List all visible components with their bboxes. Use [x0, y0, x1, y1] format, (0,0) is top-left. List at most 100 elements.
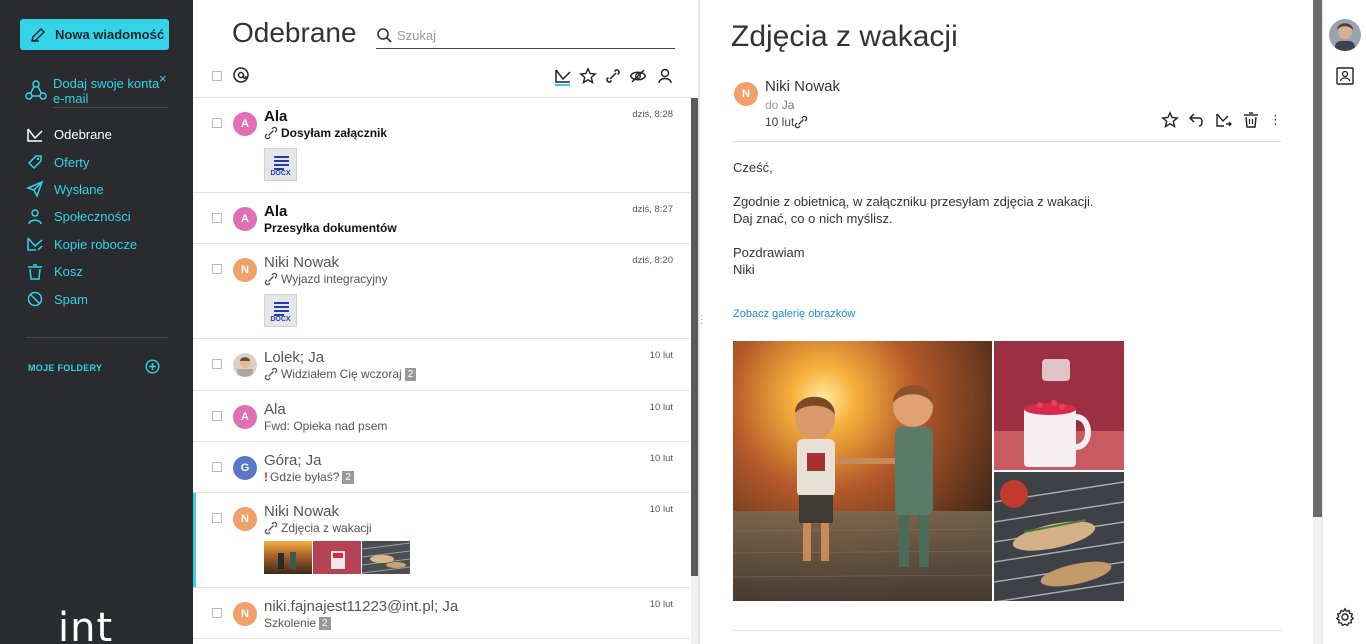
folder-social[interactable]: Społeczności [26, 203, 186, 230]
more-options-icon[interactable]: ⋮ [1269, 112, 1282, 128]
folder-list: Odebrane Oferty Wysłane Społeczności Kop… [26, 121, 186, 313]
message-checkbox[interactable] [212, 359, 222, 369]
message-checkbox[interactable] [212, 264, 222, 274]
recipient-line: do Ja [765, 98, 794, 112]
avatar: N [233, 602, 257, 626]
avatar: N [233, 507, 257, 531]
list-title: Odebrane [232, 17, 357, 48]
folder-label: Spam [54, 291, 88, 307]
message-row[interactable]: N Niki Nowak Zdjęcia z wakacji 10 lut [193, 493, 690, 588]
body-signature: Niki [733, 262, 755, 277]
message-checkbox[interactable] [212, 462, 222, 472]
trash-icon [28, 263, 42, 280]
photo-mug-berries[interactable] [994, 341, 1124, 470]
mention-filter-icon[interactable] [232, 66, 250, 84]
star-filter-icon[interactable] [579, 67, 597, 85]
docx-attachment-thumbnail[interactable]: DOCX [264, 148, 297, 181]
message-list-pane: Odebrane A Ala Dosyłam załącznik dziś, 8… [193, 0, 700, 644]
message-sender: niki.fajnajest11223@int.pl; Ja [264, 598, 459, 615]
folder-label: Kopie robocze [54, 236, 138, 252]
user-avatar[interactable] [1329, 19, 1361, 51]
thread-count-badge: 2 [404, 367, 417, 381]
subject-text: Wyjazd integracyjny [281, 272, 388, 286]
photo-grilled-food[interactable] [994, 472, 1124, 601]
contacts-icon[interactable] [1335, 66, 1355, 86]
drafts-icon [27, 237, 43, 251]
delete-icon[interactable] [1242, 111, 1260, 129]
message-row[interactable]: G Góra; Ja ! Gdzie byłaś? 2 10 lut [193, 442, 690, 493]
message-checkbox[interactable] [212, 213, 222, 223]
folder-label: Społeczności [54, 209, 131, 225]
photo-kids-sunset[interactable] [733, 341, 992, 601]
message-row[interactable]: N niki.fajnajest11223@int.pl; Ja Szkolen… [193, 588, 690, 639]
message-date: 10 lut [649, 504, 673, 515]
message-checkbox[interactable] [212, 513, 222, 523]
message-checkbox[interactable] [212, 411, 222, 421]
message-checkbox[interactable] [212, 118, 222, 128]
search-icon[interactable] [376, 27, 393, 44]
filter-all-icon[interactable] [554, 67, 572, 85]
docx-label: DOCX [270, 316, 291, 323]
search-box [376, 22, 675, 49]
folder-drafts[interactable]: Kopie robocze [26, 231, 186, 258]
pencil-icon [31, 27, 45, 42]
subject-text: Gdzie byłaś? [270, 470, 340, 484]
message-date: 10 lut [649, 350, 673, 361]
message-list: A Ala Dosyłam załącznik dziś, 8:28 DOCX … [193, 98, 690, 639]
add-accounts-label: Dodaj swoje konta e-mail [53, 76, 160, 106]
spam-icon [27, 291, 43, 307]
link-accounts-icon [25, 80, 47, 100]
message-row[interactable]: Lolek; Ja Widziałem Cię wczoraj 2 10 lut [193, 339, 690, 391]
folder-spam[interactable]: Spam [26, 285, 186, 312]
divider [53, 107, 168, 108]
folder-trash[interactable]: Kosz [26, 258, 186, 285]
message-subject: Fwd: Opieka nad psem [264, 419, 387, 433]
people-icon [28, 209, 42, 225]
message-date: dziś, 8:27 [632, 204, 673, 215]
active-filter-indicator [555, 84, 570, 86]
move-to-folder-icon[interactable] [1215, 111, 1233, 129]
message-row[interactable]: A Ala Dosyłam załącznik dziś, 8:28 DOCX [193, 98, 690, 193]
message-row[interactable]: N Niki Nowak Wyjazd integracyjny dziś, 8… [193, 244, 690, 339]
reply-icon[interactable] [1188, 111, 1206, 129]
message-date: 10 lut [649, 453, 673, 464]
message-subject: Szkolenie 2 [264, 616, 331, 630]
unread-filter-icon[interactable] [629, 67, 647, 85]
photo-thumbnail[interactable] [313, 541, 361, 574]
settings-icon[interactable] [1335, 607, 1355, 627]
message-checkbox[interactable] [212, 608, 222, 618]
folder-offers[interactable]: Oferty [26, 148, 186, 175]
gallery-link[interactable]: Zobacz galerię obrazków [733, 308, 855, 320]
recipient-name: Ja [781, 98, 795, 112]
sent-icon [26, 181, 44, 199]
compose-button[interactable]: Nowa wiadomość [20, 19, 169, 50]
body-greeting: Cześć, [733, 160, 773, 175]
sender-name[interactable]: Niki Nowak [765, 78, 840, 95]
add-accounts-link[interactable]: Dodaj swoje konta e-mail [24, 76, 174, 106]
add-folder-icon[interactable] [145, 359, 160, 374]
message-row[interactable]: A Ala Przesyłka dokumentów dziś, 8:27 [193, 193, 690, 244]
reading-pane: Zdjęcia z wakacji N Niki Nowak do Ja 10 … [701, 0, 1313, 644]
right-rail [1322, 0, 1366, 644]
message-row[interactable]: A Ala Fwd: Opieka nad psem 10 lut [193, 391, 690, 442]
photo-thumbnail[interactable] [362, 541, 410, 574]
search-input[interactable] [397, 27, 657, 43]
photo-thumbnail[interactable] [264, 541, 312, 574]
attachment-filter-icon[interactable] [604, 67, 622, 85]
subject-text: Zdjęcia z wakacji [281, 521, 372, 535]
folder-label: Kosz [54, 264, 83, 280]
avatar: A [233, 112, 257, 136]
select-all-checkbox[interactable] [212, 71, 222, 81]
message-subject: Widziałem Cię wczoraj 2 [264, 367, 417, 381]
attachment-icon [264, 521, 278, 535]
reader-scrollbar-thumb[interactable] [1313, 0, 1322, 517]
contacts-filter-icon[interactable] [656, 67, 674, 85]
close-icon[interactable]: × [159, 71, 167, 86]
star-icon[interactable] [1161, 111, 1179, 129]
docx-attachment-thumbnail[interactable]: DOCX [264, 294, 297, 327]
message-subject: Dosyłam załącznik [264, 126, 387, 140]
folder-label: Oferty [54, 154, 90, 170]
folder-sent[interactable]: Wysłane [26, 176, 186, 203]
folder-inbox[interactable]: Odebrane [26, 121, 186, 148]
message-title: Zdjęcia z wakacji [731, 20, 958, 53]
